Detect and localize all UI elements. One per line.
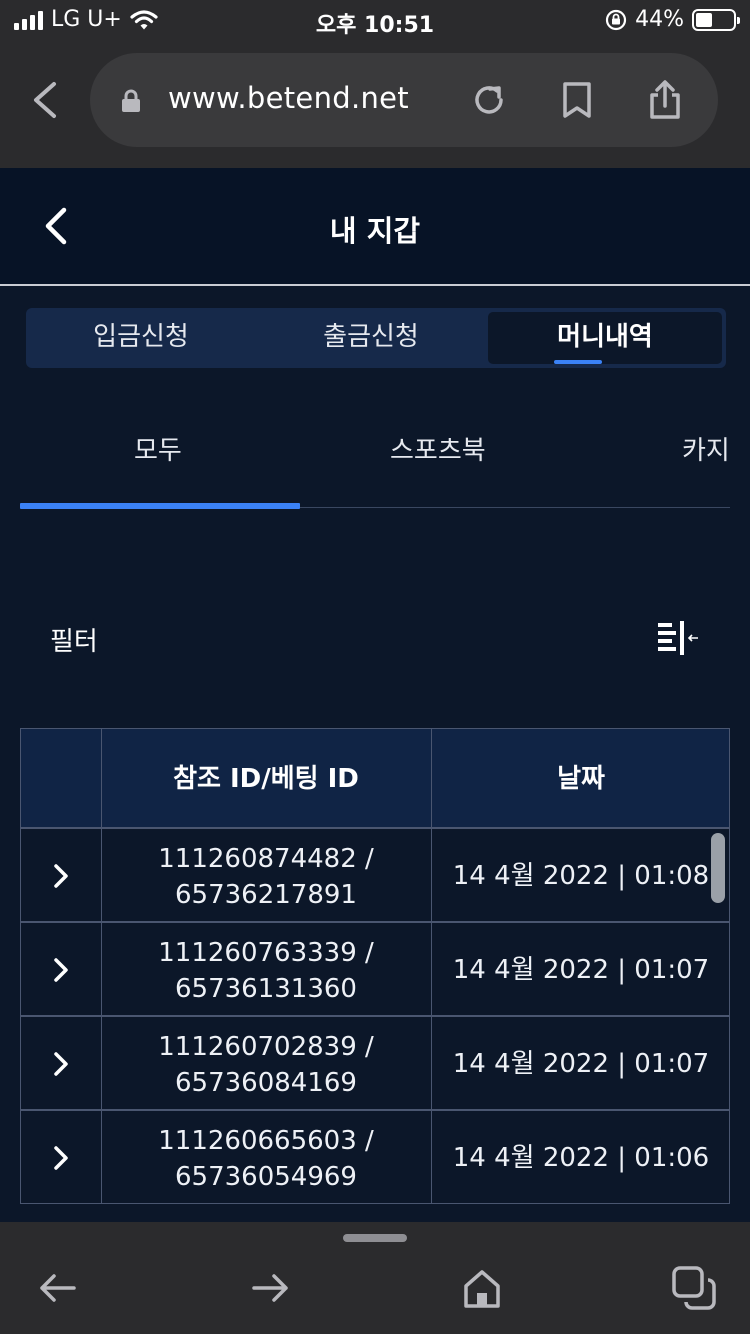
home-icon[interactable] <box>460 1266 504 1310</box>
history-subtabs: 모두 스포츠북 카지 <box>20 400 730 509</box>
tab-withdraw[interactable]: 출금신청 <box>256 308 486 368</box>
battery-icon <box>692 8 740 31</box>
bet-id: 65736054969 <box>175 1162 357 1192</box>
page-title: 내 지갑 <box>329 214 421 248</box>
bet-id: 65736217891 <box>175 880 357 910</box>
url-text[interactable]: www.betend.net <box>168 81 409 115</box>
reference-id: 111260665603 / <box>158 1126 374 1156</box>
share-icon[interactable] <box>646 80 684 120</box>
reload-icon[interactable] <box>470 80 508 120</box>
browser-back-icon[interactable] <box>28 80 62 120</box>
filter-collapse-icon[interactable] <box>656 620 700 656</box>
tabs-icon[interactable] <box>672 1266 716 1310</box>
table-row[interactable]: 111260763339 / 65736131360 14 4월 2022 | … <box>21 923 729 1017</box>
table-header: 참조 ID/베팅 ID 날짜 <box>21 729 729 829</box>
table-row[interactable]: 111260874482 / 65736217891 14 4월 2022 | … <box>21 829 729 923</box>
lock-icon <box>122 89 140 112</box>
reference-id: 111260763339 / <box>158 938 374 968</box>
bet-id: 65736084169 <box>175 1068 357 1098</box>
battery-percent: 44% <box>635 7 684 32</box>
reference-id: 111260702839 / <box>158 1032 374 1062</box>
bet-id: 65736131360 <box>175 974 357 1004</box>
subtab-all[interactable]: 모두 <box>134 430 182 467</box>
column-header-reference-id: 참조 ID/베팅 ID <box>173 764 359 794</box>
chevron-right-icon[interactable] <box>51 1050 71 1078</box>
toolbar-handle[interactable] <box>343 1234 407 1242</box>
table-row[interactable]: 111260665603 / 65736054969 14 4월 2022 | … <box>21 1111 729 1203</box>
chevron-right-icon[interactable] <box>51 862 71 890</box>
arrow-right-icon[interactable] <box>248 1266 292 1310</box>
subtab-casino[interactable]: 카지 <box>682 430 730 467</box>
filter-label: 필터 <box>50 627 98 657</box>
date-cell: 14 4월 2022 | 01:07 <box>452 1049 710 1079</box>
arrow-left-icon[interactable] <box>36 1266 80 1310</box>
tab-money-history[interactable]: 머니내역 <box>488 312 722 364</box>
reference-id-cell: 111260665603 / 65736054969 <box>101 1123 431 1195</box>
reference-id: 111260874482 / <box>158 844 374 874</box>
bookmark-icon[interactable] <box>558 80 596 120</box>
rotation-lock-icon <box>605 9 627 30</box>
table-row[interactable]: 111260702839 / 65736084169 14 4월 2022 | … <box>21 1017 729 1111</box>
tab-deposit[interactable]: 입금신청 <box>26 308 256 368</box>
date-cell: 14 4월 2022 | 01:06 <box>452 1143 710 1173</box>
table-scrollbar[interactable] <box>711 833 725 903</box>
column-divider <box>101 729 102 1203</box>
app-header: 내 지갑 <box>0 168 750 286</box>
subtab-sportsbook[interactable]: 스포츠북 <box>390 430 486 467</box>
date-cell: 14 4월 2022 | 01:07 <box>452 955 710 985</box>
chevron-right-icon[interactable] <box>51 1144 71 1172</box>
reference-id-cell: 111260763339 / 65736131360 <box>101 935 431 1007</box>
reference-id-cell: 111260702839 / 65736084169 <box>101 1029 431 1101</box>
browser-toolbar <box>0 1222 750 1334</box>
chevron-right-icon[interactable] <box>51 956 71 984</box>
subtab-indicator <box>20 503 300 509</box>
history-table: 참조 ID/베팅 ID 날짜 111260874482 / 6573621789… <box>20 728 730 1204</box>
browser-chrome: LG U+ 오후 10:51 44% www.betend.net <box>0 0 750 168</box>
column-header-expand <box>21 729 101 829</box>
date-cell: 14 4월 2022 | 01:08 <box>452 861 710 891</box>
column-header-date: 날짜 <box>557 764 605 794</box>
reference-id-cell: 111260874482 / 65736217891 <box>101 841 431 913</box>
address-bar[interactable]: www.betend.net <box>90 53 718 147</box>
column-divider <box>431 729 432 1203</box>
active-tab-indicator <box>554 360 602 364</box>
wallet-tabs: 입금신청 출금신청 머니내역 <box>26 308 726 368</box>
status-bar: LG U+ 오후 10:51 44% <box>0 0 750 42</box>
